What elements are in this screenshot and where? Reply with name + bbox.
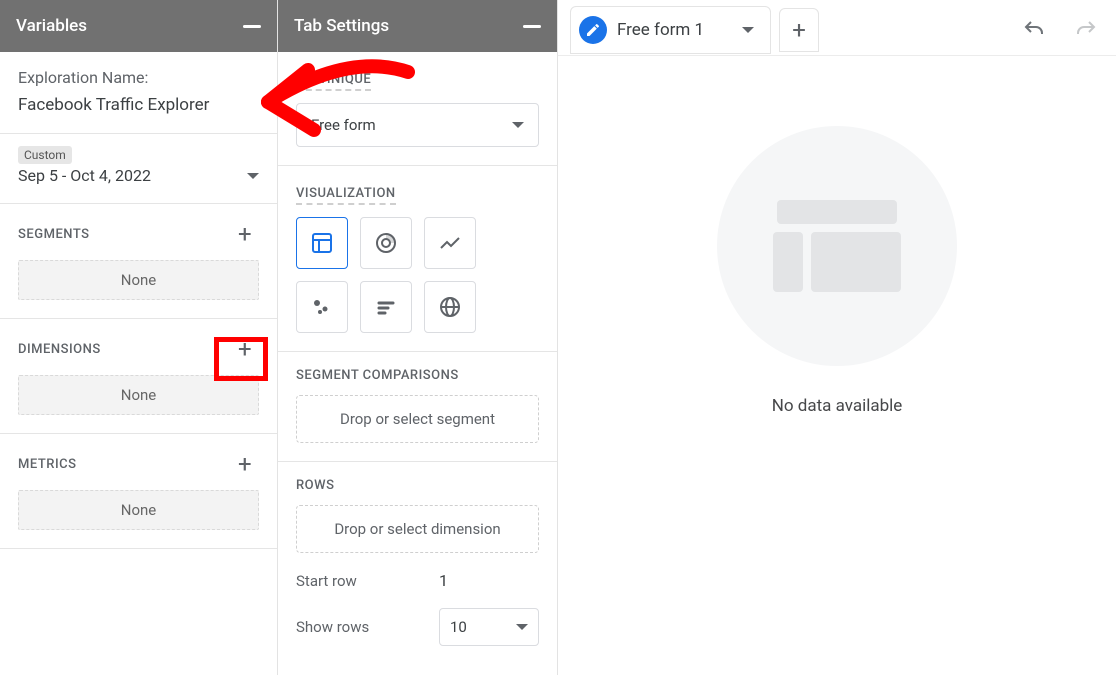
globe-icon	[438, 295, 462, 319]
tabs-bar: Free form 1 +	[558, 0, 1116, 56]
exploration-name-section: Exploration Name: Facebook Traffic Explo…	[0, 52, 277, 134]
chevron-down-icon	[742, 27, 754, 33]
undo-icon	[1022, 18, 1046, 42]
segments-section: SEGMENTS + None	[0, 204, 277, 319]
line-chart-icon	[438, 231, 462, 255]
collapse-icon[interactable]	[243, 25, 261, 28]
edit-tab-button[interactable]	[579, 16, 607, 44]
add-tab-button[interactable]: +	[779, 8, 819, 52]
exploration-canvas: Free form 1 + No data available	[558, 0, 1116, 675]
technique-label: TECHNIQUE	[296, 72, 371, 91]
variables-panel: Variables Exploration Name: Facebook Tra…	[0, 0, 278, 675]
tab-settings-panel-header: Tab Settings	[278, 0, 557, 52]
bar-chart-icon	[374, 295, 398, 319]
exploration-name-input[interactable]: Facebook Traffic Explorer	[18, 95, 259, 115]
visualization-section: VISUALIZATION	[278, 166, 557, 352]
viz-table-button[interactable]	[296, 217, 348, 269]
pencil-icon	[585, 22, 601, 38]
chevron-down-icon	[516, 624, 528, 630]
tab-settings-panel: Tab Settings TECHNIQUE Free form VISUALI…	[278, 0, 558, 675]
date-range-badge: Custom	[18, 146, 72, 164]
undo-button[interactable]	[1016, 12, 1052, 48]
visualization-label: VISUALIZATION	[296, 186, 396, 205]
viz-scatter-button[interactable]	[296, 281, 348, 333]
empty-state-graphic	[717, 126, 957, 366]
chevron-down-icon	[512, 122, 524, 128]
canvas-actions	[1016, 12, 1104, 48]
tab-settings-panel-title: Tab Settings	[294, 16, 389, 36]
segment-comparisons-label: SEGMENT COMPARISONS	[296, 368, 459, 383]
date-range-value: Sep 5 - Oct 4, 2022	[18, 166, 151, 185]
redo-icon	[1074, 18, 1098, 42]
show-rows-value: 10	[450, 618, 467, 636]
viz-line-button[interactable]	[424, 217, 476, 269]
add-metric-button[interactable]: +	[231, 450, 259, 478]
dimensions-section: DIMENSIONS + None	[0, 319, 277, 434]
metrics-title: METRICS	[18, 457, 76, 472]
tab-free-form-1[interactable]: Free form 1	[570, 6, 771, 54]
segments-none: None	[18, 260, 259, 300]
rows-label: ROWS	[296, 478, 334, 493]
show-rows-select[interactable]: 10	[439, 608, 539, 646]
technique-value: Free form	[311, 116, 376, 134]
technique-select[interactable]: Free form	[296, 103, 539, 147]
viz-donut-button[interactable]	[360, 217, 412, 269]
no-data-text: No data available	[558, 396, 1116, 416]
variables-panel-header: Variables	[0, 0, 277, 52]
dimensions-none: None	[18, 375, 259, 415]
variables-panel-title: Variables	[16, 16, 87, 36]
viz-bar-button[interactable]	[360, 281, 412, 333]
scatter-chart-icon	[310, 295, 334, 319]
donut-chart-icon	[374, 231, 398, 255]
date-range-section[interactable]: Custom Sep 5 - Oct 4, 2022	[0, 134, 277, 204]
collapse-icon[interactable]	[523, 25, 541, 28]
segments-title: SEGMENTS	[18, 227, 90, 242]
chevron-down-icon	[247, 173, 259, 179]
metrics-section: METRICS + None	[0, 434, 277, 549]
segment-comparisons-section: SEGMENT COMPARISONS Drop or select segme…	[278, 352, 557, 462]
metrics-none: None	[18, 490, 259, 530]
add-segment-button[interactable]: +	[231, 220, 259, 248]
add-dimension-button[interactable]: +	[231, 335, 259, 363]
empty-state: No data available	[558, 56, 1116, 416]
table-icon	[310, 231, 334, 255]
show-rows-row: Show rows 10	[296, 608, 539, 646]
start-row-label: Start row	[296, 572, 357, 590]
start-row-input[interactable]: 1	[439, 571, 539, 590]
viz-geo-button[interactable]	[424, 281, 476, 333]
redo-button[interactable]	[1068, 12, 1104, 48]
dimensions-title: DIMENSIONS	[18, 342, 101, 357]
tab-name: Free form 1	[617, 20, 704, 40]
show-rows-label: Show rows	[296, 618, 369, 636]
start-row-row: Start row 1	[296, 571, 539, 590]
exploration-name-label: Exploration Name:	[18, 68, 259, 87]
rows-section: ROWS Drop or select dimension Start row …	[278, 462, 557, 664]
technique-section: TECHNIQUE Free form	[278, 52, 557, 166]
segment-drop-zone[interactable]: Drop or select segment	[296, 395, 539, 443]
rows-drop-zone[interactable]: Drop or select dimension	[296, 505, 539, 553]
